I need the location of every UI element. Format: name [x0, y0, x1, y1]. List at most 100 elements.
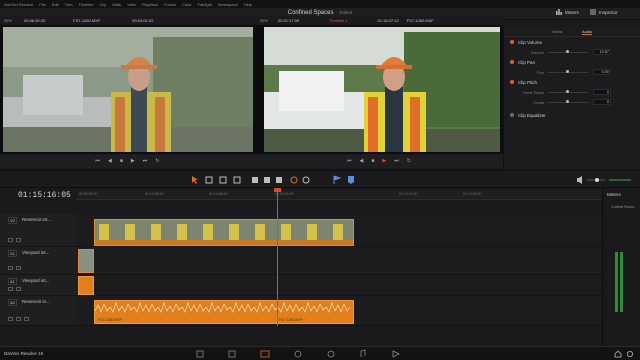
source-viewer-header: 35% 00:06:39:20 FS7-1260.MXF 00:03:01:02: [0, 16, 255, 25]
volume-slider[interactable]: [548, 50, 588, 53]
mute-icon[interactable]: [16, 287, 21, 291]
enable-dot-icon[interactable]: [510, 60, 514, 64]
menu-item-fusion[interactable]: Fusion: [164, 2, 176, 7]
source-clip-name[interactable]: FS7-1260.MXF: [73, 18, 100, 23]
mute-icon[interactable]: [16, 317, 21, 321]
menu-item-color[interactable]: Color: [182, 2, 192, 7]
ruler-label: 01:00:00:00: [79, 192, 98, 196]
timeline-name[interactable]: Timeline 1: [329, 18, 347, 23]
skip-back-icon[interactable]: ⏮: [347, 158, 352, 164]
pan-value[interactable]: 0.00: [593, 69, 611, 75]
track-lane-a2[interactable]: FS7-1260.MXF FS7-1260.MXF: [77, 296, 602, 326]
play-icon[interactable]: ▶: [131, 158, 135, 164]
marker-icon: [348, 176, 354, 184]
track-header-v2[interactable]: V2 Reservoir int...: [0, 214, 77, 247]
skip-forward-icon[interactable]: ⏭: [143, 158, 148, 164]
app-name: DaVinci Resolve 16: [4, 351, 44, 356]
source-video-image: [3, 27, 253, 152]
play-icon[interactable]: ▶: [382, 158, 386, 164]
source-viewer[interactable]: [0, 25, 255, 154]
audio-clip-label: FS7-1260.MXF: [98, 318, 122, 322]
source-frame: [3, 27, 253, 152]
track-lane-v2[interactable]: [77, 214, 602, 247]
project-status: Edited: [339, 10, 353, 15]
menu-item-workspace[interactable]: Workspace: [218, 2, 238, 7]
playhead-handle[interactable]: [274, 188, 281, 192]
eye-icon[interactable]: [16, 238, 21, 242]
volume-slider-knob: [595, 178, 599, 182]
audio-clip-short[interactable]: [78, 276, 94, 295]
menu-item-mark[interactable]: Mark: [112, 2, 121, 7]
eye-icon[interactable]: [16, 266, 21, 270]
enable-dot-icon[interactable]: [510, 113, 514, 117]
track-header-a2[interactable]: A2 Reservoir in...: [0, 296, 77, 326]
playhead[interactable]: [277, 190, 278, 326]
lock-icon[interactable]: [8, 238, 13, 242]
cents-value[interactable]: 0: [593, 99, 611, 105]
settings-gear-icon[interactable]: [626, 350, 634, 358]
semitones-slider[interactable]: [548, 90, 588, 93]
menu-item-help[interactable]: Help: [244, 2, 252, 7]
loop-icon[interactable]: ↻: [407, 158, 411, 164]
skip-forward-icon[interactable]: ⏭: [394, 158, 399, 164]
video-clip-short[interactable]: [78, 249, 94, 273]
menu-item-app[interactable]: DaVinci Resolve: [4, 2, 33, 7]
timeline-ruler[interactable]: 01:00:00:00 01:14:50:00 01:14:56:00 01:1…: [77, 190, 602, 200]
audio-clip-label-2: FS7-1260.MXF: [279, 318, 303, 322]
video-clip[interactable]: [94, 219, 354, 246]
lock-icon[interactable]: [8, 266, 13, 270]
meters-title: Meters: [607, 192, 621, 197]
menu-item-playback[interactable]: Playback: [142, 2, 158, 7]
pan-slider[interactable]: [548, 70, 588, 73]
menu-item-edit[interactable]: Edit: [52, 2, 59, 7]
ruler-label: 01:14:50:00: [145, 192, 164, 196]
loop-icon[interactable]: ↻: [155, 158, 159, 164]
volume-value[interactable]: 10.67: [593, 49, 611, 55]
section-clip-volume[interactable]: Clip Volume: [504, 37, 640, 47]
menu-item-clip[interactable]: Clip: [99, 2, 106, 7]
program-tc-out: 01:15:07:12: [377, 18, 399, 23]
lock-icon[interactable]: [8, 317, 13, 321]
overwrite-icon: [264, 177, 270, 183]
program-viewer-header: 35% 00:21:17:09 Timeline 1 01:15:07:12 F…: [255, 16, 503, 25]
meters-panel: Meters Control Room: [602, 188, 640, 346]
replace-icon: [276, 177, 282, 183]
track-lane-a1[interactable]: [77, 275, 602, 296]
play-reverse-icon[interactable]: ◀: [108, 158, 112, 164]
cents-slider[interactable]: [548, 100, 588, 103]
track-header-v1[interactable]: V1 Vineyard int...: [0, 247, 77, 275]
home-icon[interactable]: [614, 350, 622, 358]
enable-dot-icon[interactable]: [510, 80, 514, 84]
track-lane-v1[interactable]: [77, 247, 602, 275]
color-page-icon: [327, 350, 335, 358]
enable-dot-icon[interactable]: [510, 40, 514, 44]
track-header-a1[interactable]: A1 Vineyard int...: [0, 275, 77, 296]
solo-icon[interactable]: [24, 317, 29, 321]
menu-item-fairlight[interactable]: Fairlight: [198, 2, 212, 7]
program-zoom[interactable]: 35%: [260, 18, 268, 23]
lock-icon[interactable]: [8, 287, 13, 291]
skip-back-icon[interactable]: ⏮: [96, 158, 101, 164]
meters-button[interactable]: Meters: [556, 9, 579, 15]
stop-icon[interactable]: ■: [371, 158, 374, 164]
inspector-button[interactable]: Inspector: [590, 9, 618, 15]
tab-audio[interactable]: Audio: [581, 29, 593, 35]
menu-item-timeline[interactable]: Timeline: [79, 2, 94, 7]
menu-item-trim[interactable]: Trim: [65, 2, 73, 7]
timeline-timecode[interactable]: 01:15:16:05: [18, 191, 71, 200]
audio-clip[interactable]: FS7-1260.MXF FS7-1260.MXF: [94, 300, 354, 324]
menu-item-view[interactable]: View: [127, 2, 136, 7]
semitones-value[interactable]: 0: [593, 89, 611, 95]
stop-icon[interactable]: ■: [120, 158, 123, 164]
section-clip-pan[interactable]: Clip Pan: [504, 57, 640, 67]
source-zoom[interactable]: 35%: [4, 18, 12, 23]
menu-item-file[interactable]: File: [39, 2, 45, 7]
section-clip-pitch[interactable]: Clip Pitch: [504, 77, 640, 87]
program-viewer[interactable]: [255, 25, 503, 154]
tab-video[interactable]: Video: [552, 29, 562, 34]
source-tc-out: 00:03:01:02: [132, 18, 154, 23]
section-clip-equalizer[interactable]: Clip Equalizer: [504, 110, 640, 120]
audio-waveform: [94, 302, 351, 313]
link-icon: [302, 176, 310, 184]
play-reverse-icon[interactable]: ◀: [360, 158, 364, 164]
